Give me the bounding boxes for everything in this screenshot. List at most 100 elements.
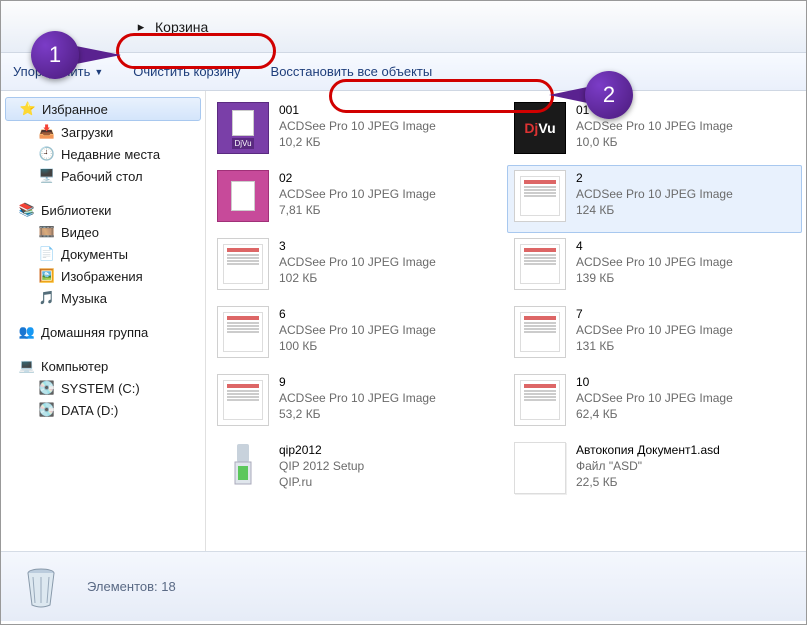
file-item[interactable]: 2ACDSee Pro 10 JPEG Image124 КБ (507, 165, 802, 233)
video-icon: 🎞️ (39, 224, 55, 240)
file-type: ACDSee Pro 10 JPEG Image (576, 254, 733, 270)
sidebar-item-desktop[interactable]: 🖥️ Рабочий стол (1, 165, 205, 187)
recycle-bin-icon (19, 565, 63, 609)
sidebar-item-libraries[interactable]: 📚 Библиотеки (1, 199, 205, 221)
file-type: ACDSee Pro 10 JPEG Image (279, 118, 436, 134)
file-name: 6 (279, 306, 436, 322)
chevron-down-icon: ▼ (94, 67, 103, 77)
sidebar-item-computer[interactable]: 💻 Компьютер (1, 355, 205, 377)
callout-badge-1: 1 (31, 31, 79, 79)
sidebar-group-favorites: ⭐ Избранное 📥 Загрузки 🕘 Недавние места … (1, 97, 205, 187)
file-size: 22,5 КБ (576, 474, 720, 490)
file-meta: 3ACDSee Pro 10 JPEG Image102 КБ (279, 238, 436, 287)
music-icon: 🎵 (39, 290, 55, 306)
file-type: ACDSee Pro 10 JPEG Image (576, 322, 733, 338)
file-thumbnail (514, 238, 566, 290)
file-thumbnail: DjVu (217, 102, 269, 154)
chevron-right-icon: ▸ (133, 19, 149, 35)
sidebar-item-data-drive[interactable]: 💽 DATA (D:) (1, 399, 205, 421)
status-count: Элементов: 18 (87, 579, 176, 594)
file-name: qip2012 (279, 442, 364, 458)
downloads-label: Загрузки (61, 125, 113, 140)
callout-badge-2: 2 (585, 71, 633, 119)
file-item[interactable]: 10ACDSee Pro 10 JPEG Image62,4 КБ (507, 369, 802, 437)
file-size: QIP.ru (279, 474, 364, 490)
file-type: QIP 2012 Setup (279, 458, 364, 474)
restore-all-button[interactable]: Восстановить все объекты (271, 64, 433, 79)
sidebar-item-homegroup[interactable]: 👥 Домашняя группа (1, 321, 205, 343)
restore-label: Восстановить все объекты (271, 64, 433, 79)
file-name: 9 (279, 374, 436, 390)
address-bar: ▸ Корзина (1, 1, 806, 53)
file-meta: 6ACDSee Pro 10 JPEG Image100 КБ (279, 306, 436, 355)
file-name: 4 (576, 238, 733, 254)
file-item[interactable]: 7ACDSee Pro 10 JPEG Image131 КБ (507, 301, 802, 369)
file-size: 139 КБ (576, 270, 733, 286)
file-size: 7,81 КБ (279, 202, 436, 218)
toolbar: Упорядочить ▼ Очистить корзину Восстанов… (1, 53, 806, 91)
drive-icon: 💽 (39, 402, 55, 418)
file-item[interactable]: 4ACDSee Pro 10 JPEG Image139 КБ (507, 233, 802, 301)
file-thumbnail (514, 306, 566, 358)
file-type: ACDSee Pro 10 JPEG Image (279, 186, 436, 202)
file-type: ACDSee Pro 10 JPEG Image (576, 186, 733, 202)
file-item[interactable]: qip2012QIP 2012 SetupQIP.ru (210, 437, 505, 505)
file-thumbnail (217, 238, 269, 290)
sidebar-item-recent[interactable]: 🕘 Недавние места (1, 143, 205, 165)
file-item[interactable]: 6ACDSee Pro 10 JPEG Image100 КБ (210, 301, 505, 369)
file-meta: 4ACDSee Pro 10 JPEG Image139 КБ (576, 238, 733, 287)
file-name: Автокопия Документ1.asd (576, 442, 720, 458)
file-meta: qip2012QIP 2012 SetupQIP.ru (279, 442, 364, 491)
documents-icon: 📄 (39, 246, 55, 262)
file-meta: 001ACDSee Pro 10 JPEG Image10,2 КБ (279, 102, 436, 151)
breadcrumb[interactable]: ▸ Корзина (121, 15, 220, 39)
file-meta: 2ACDSee Pro 10 JPEG Image124 КБ (576, 170, 733, 219)
file-size: 102 КБ (279, 270, 436, 286)
file-name: 10 (576, 374, 733, 390)
file-item[interactable]: 3ACDSee Pro 10 JPEG Image102 КБ (210, 233, 505, 301)
file-size: 10,0 КБ (576, 134, 733, 150)
computer-icon: 💻 (19, 358, 35, 374)
sidebar-item-video[interactable]: 🎞️ Видео (1, 221, 205, 243)
file-item[interactable]: DjVu001ACDSee Pro 10 JPEG Image10,2 КБ (210, 97, 505, 165)
file-thumbnail (217, 442, 269, 494)
sidebar-item-system-drive[interactable]: 💽 SYSTEM (C:) (1, 377, 205, 399)
file-item[interactable]: DjVu01ACDSee Pro 10 JPEG Image10,0 КБ (507, 97, 802, 165)
file-name: 3 (279, 238, 436, 254)
images-icon: 🖼️ (39, 268, 55, 284)
sidebar-group-computer: 💻 Компьютер 💽 SYSTEM (C:) 💽 DATA (D:) (1, 355, 205, 421)
file-name: 2 (576, 170, 733, 186)
file-meta: 9ACDSee Pro 10 JPEG Image53,2 КБ (279, 374, 436, 423)
empty-recycle-button[interactable]: Очистить корзину (133, 64, 240, 79)
file-size: 124 КБ (576, 202, 733, 218)
file-thumbnail (217, 306, 269, 358)
file-size: 62,4 КБ (576, 406, 733, 422)
sidebar-item-documents[interactable]: 📄 Документы (1, 243, 205, 265)
file-name: 7 (576, 306, 733, 322)
file-item[interactable]: 9ACDSee Pro 10 JPEG Image53,2 КБ (210, 369, 505, 437)
file-type: ACDSee Pro 10 JPEG Image (576, 118, 733, 134)
location-label: Корзина (155, 19, 208, 35)
file-size: 131 КБ (576, 338, 733, 354)
file-size: 10,2 КБ (279, 134, 436, 150)
file-thumbnail: DjVu (514, 102, 566, 154)
file-thumbnail (514, 442, 566, 494)
sidebar-group-homegroup: 👥 Домашняя группа (1, 321, 205, 343)
sidebar-item-music[interactable]: 🎵 Музыка (1, 287, 205, 309)
file-item[interactable]: 02ACDSee Pro 10 JPEG Image7,81 КБ (210, 165, 505, 233)
file-grid: DjVu001ACDSee Pro 10 JPEG Image10,2 КБDj… (206, 91, 806, 551)
file-type: ACDSee Pro 10 JPEG Image (279, 322, 436, 338)
file-type: Файл "ASD" (576, 458, 720, 474)
empty-label: Очистить корзину (133, 64, 240, 79)
file-type: ACDSee Pro 10 JPEG Image (576, 390, 733, 406)
download-icon: 📥 (39, 124, 55, 140)
sidebar-item-downloads[interactable]: 📥 Загрузки (1, 121, 205, 143)
recent-icon: 🕘 (39, 146, 55, 162)
sidebar-item-images[interactable]: 🖼️ Изображения (1, 265, 205, 287)
file-thumbnail (217, 374, 269, 426)
status-bar: Элементов: 18 (1, 551, 806, 621)
sidebar-item-favorites[interactable]: ⭐ Избранное (5, 97, 201, 121)
homegroup-icon: 👥 (19, 324, 35, 340)
file-thumbnail (514, 374, 566, 426)
file-item[interactable]: Автокопия Документ1.asdФайл "ASD"22,5 КБ (507, 437, 802, 505)
